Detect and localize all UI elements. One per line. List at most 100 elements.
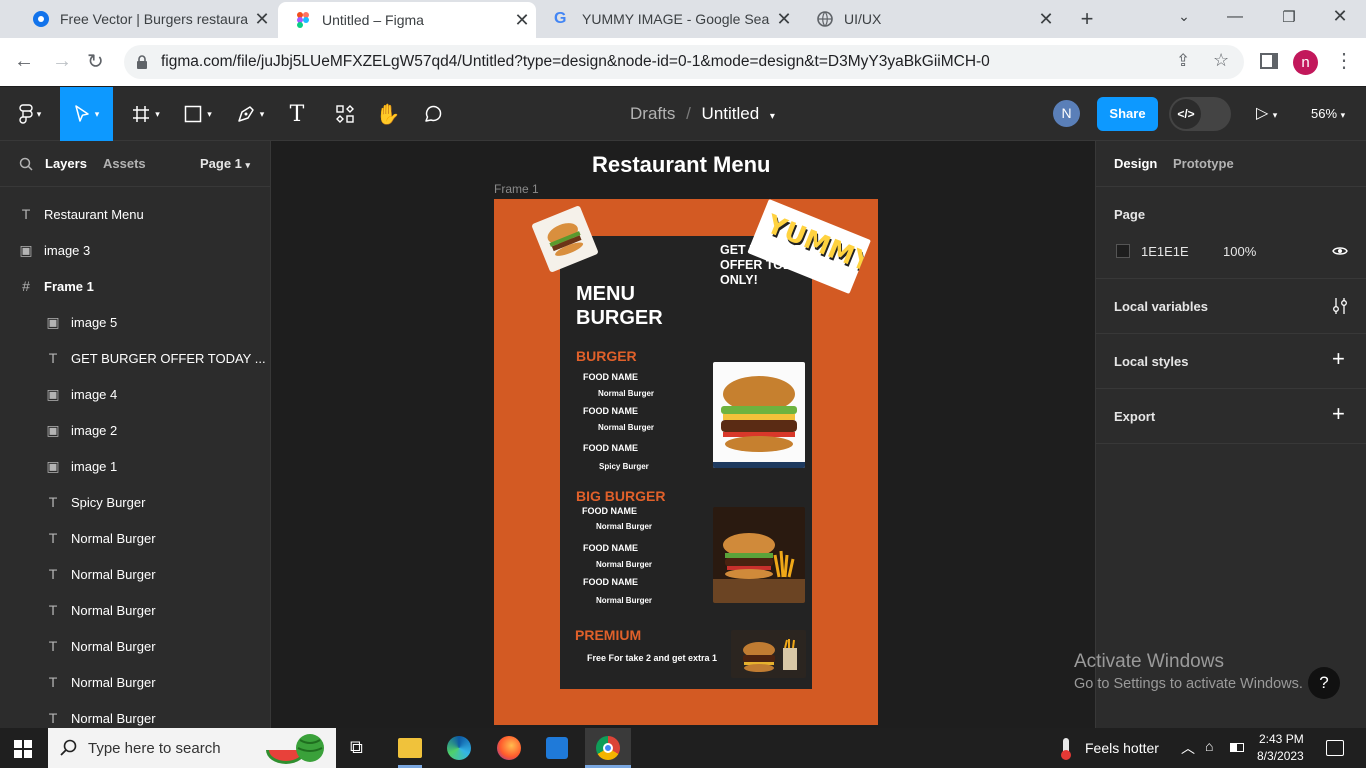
close-window-icon[interactable]: ✕ <box>1327 6 1353 28</box>
export-section[interactable]: Export + <box>1096 389 1366 444</box>
search-icon[interactable] <box>19 157 33 171</box>
layer-row[interactable]: T Normal Burger <box>0 664 270 700</box>
weather-text[interactable]: Feels hotter <box>1085 740 1159 756</box>
side-panel-icon[interactable] <box>1260 53 1278 69</box>
food-name-label[interactable]: FOOD NAME <box>583 577 638 587</box>
food-item-normal[interactable]: Normal Burger <box>596 596 652 605</box>
zoom-control[interactable]: 56% ▾ <box>1311 106 1345 121</box>
task-view-icon[interactable]: ⧉ <box>350 737 372 759</box>
minimize-window-icon[interactable]: — <box>1222 8 1248 30</box>
close-tab-icon[interactable]: ✕ <box>248 9 276 30</box>
offer-text[interactable]: GET BURGER OFFER TODAY ONLY! <box>720 243 812 288</box>
page-color-hex[interactable]: 1E1E1E <box>1141 244 1189 259</box>
microsoft-store-icon[interactable] <box>546 737 568 759</box>
food-name-label[interactable]: FOOD NAME <box>583 543 638 553</box>
address-bar[interactable]: figma.com/file/juJbj5LUeMFXZELgW57qd4/Un… <box>124 45 1244 79</box>
food-name-label[interactable]: FOOD NAME <box>583 443 638 453</box>
comment-tool-icon[interactable] <box>418 87 448 141</box>
taskbar-search-box[interactable]: Type here to search <box>48 728 336 768</box>
chrome-taskbar-button[interactable] <box>585 728 631 768</box>
menu-title-line1[interactable]: MENU <box>576 283 635 306</box>
dev-mode-toggle[interactable]: </> <box>1169 97 1231 131</box>
reload-icon[interactable]: ↻ <box>87 49 109 73</box>
share-page-icon[interactable]: ⇪ <box>1176 51 1190 71</box>
food-name-label[interactable]: FOOD NAME <box>583 372 638 382</box>
show-hidden-icons-chevron[interactable]: ︿ <box>1181 738 1195 758</box>
frame-label[interactable]: Frame 1 <box>494 182 539 196</box>
burger-fries-photo-image[interactable] <box>713 507 805 603</box>
browser-tab-freepik[interactable]: Free Vector | Burgers restaurant ✕ <box>16 0 276 38</box>
layer-row[interactable]: T Restaurant Menu <box>0 196 270 232</box>
clock-date[interactable]: 8/3/2023 <box>1257 749 1304 763</box>
page-selector[interactable]: Page 1 ▾ <box>200 156 250 171</box>
close-tab-icon[interactable]: ✕ <box>1032 9 1060 30</box>
page-opacity[interactable]: 100% <box>1223 244 1256 259</box>
text-tool-icon[interactable]: T <box>282 87 312 141</box>
tab-assets[interactable]: Assets <box>103 156 146 171</box>
move-tool-icon[interactable]: ▾ <box>60 87 113 141</box>
page-title-text[interactable]: Restaurant Menu <box>592 152 770 178</box>
layer-row[interactable]: ▣ image 4 <box>0 376 270 412</box>
page-color-swatch[interactable] <box>1116 244 1130 258</box>
layer-row[interactable]: T Normal Burger <box>0 628 270 664</box>
new-tab-button[interactable]: + <box>1074 6 1100 32</box>
notification-center-icon[interactable] <box>1326 740 1344 756</box>
layer-row[interactable]: ▣ image 3 <box>0 232 270 268</box>
layer-row[interactable]: # Frame 1 <box>0 268 270 304</box>
clock-time[interactable]: 2:43 PM <box>1259 732 1304 746</box>
layer-row[interactable]: ▣ image 2 <box>0 412 270 448</box>
browser-tab-google[interactable]: G YUMMY IMAGE - Google Search ✕ <box>538 0 798 38</box>
food-item-spicy[interactable]: Spicy Burger <box>599 462 649 471</box>
layer-row[interactable]: T Normal Burger <box>0 592 270 628</box>
layer-row[interactable]: ▣ image 5 <box>0 304 270 340</box>
close-tab-icon[interactable]: ✕ <box>770 9 798 30</box>
breadcrumb-drafts[interactable]: Drafts <box>630 104 675 123</box>
eye-icon[interactable] <box>1332 245 1348 257</box>
restore-window-icon[interactable]: ❐ <box>1276 8 1302 30</box>
add-export-plus-icon[interactable]: + <box>1332 401 1345 427</box>
forward-arrow-icon[interactable]: → <box>52 50 74 74</box>
premium-burger-photo-image[interactable] <box>731 630 806 678</box>
food-name-label[interactable]: FOOD NAME <box>582 506 637 516</box>
resources-tool-icon[interactable] <box>330 87 360 141</box>
weather-thermometer-icon[interactable] <box>1058 738 1074 760</box>
firefox-browser-icon[interactable] <box>497 736 521 760</box>
food-item-normal[interactable]: Normal Burger <box>596 560 652 569</box>
layer-row[interactable]: T Normal Burger <box>0 556 270 592</box>
user-avatar[interactable]: N <box>1053 100 1080 127</box>
help-button[interactable]: ? <box>1308 667 1340 699</box>
layer-row[interactable]: T Normal Burger <box>0 520 270 556</box>
burger-photo-image[interactable] <box>713 362 805 468</box>
food-item-normal[interactable]: Normal Burger <box>598 423 654 432</box>
layer-row[interactable]: T Spicy Burger <box>0 484 270 520</box>
menu-frame[interactable]: YUMMY! GET BURGER OFFER TODAY ONLY! MENU… <box>494 199 878 725</box>
food-name-label[interactable]: FOOD NAME <box>583 406 638 416</box>
section-heading-premium[interactable]: PREMIUM <box>575 627 641 643</box>
present-play-icon[interactable]: ▷ ▾ <box>1256 103 1277 123</box>
figma-main-menu-icon[interactable]: ▾ <box>10 87 50 141</box>
layer-row[interactable]: T GET BURGER OFFER TODAY ... <box>0 340 270 376</box>
section-heading-big-burger[interactable]: BIG BURGER <box>576 488 665 504</box>
local-styles-section[interactable]: Local styles + <box>1096 334 1366 389</box>
premium-offer-text[interactable]: Free For take 2 and get extra 1 <box>587 653 717 663</box>
shape-tool-icon[interactable]: ▾ <box>176 87 220 141</box>
browser-tab-uiux[interactable]: UI/UX ✕ <box>800 0 1060 38</box>
file-explorer-icon[interactable] <box>398 738 422 758</box>
add-style-plus-icon[interactable]: + <box>1332 346 1345 372</box>
share-button[interactable]: Share <box>1097 97 1158 131</box>
pen-tool-icon[interactable]: ▾ <box>228 87 272 141</box>
section-heading-burger[interactable]: BURGER <box>576 348 637 364</box>
chevron-down-icon[interactable]: ▾ <box>770 111 775 122</box>
edge-browser-icon[interactable] <box>447 736 471 760</box>
battery-icon[interactable] <box>1230 743 1244 752</box>
bookmark-star-icon[interactable]: ☆ <box>1213 50 1229 71</box>
close-tab-icon[interactable]: ✕ <box>508 10 536 31</box>
layer-row[interactable]: ▣ image 1 <box>0 448 270 484</box>
hand-tool-icon[interactable]: ✋ <box>373 87 403 141</box>
layer-row[interactable]: T Normal Burger <box>0 700 270 728</box>
windows-start-icon[interactable] <box>14 740 32 758</box>
profile-avatar[interactable]: n <box>1293 50 1318 75</box>
frame-tool-icon[interactable]: ▾ <box>124 87 168 141</box>
tab-layers[interactable]: Layers <box>45 156 87 171</box>
back-arrow-icon[interactable]: ← <box>14 50 36 74</box>
